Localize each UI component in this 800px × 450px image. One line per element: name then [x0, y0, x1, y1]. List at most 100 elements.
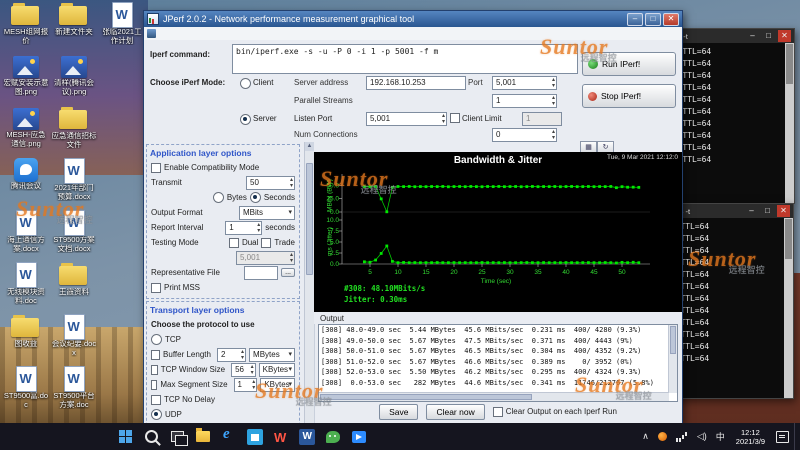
output-box[interactable]: [308] 48.0-49.0 sec 5.44 MBytes 45.6 MBi… — [318, 324, 678, 402]
minimize-icon[interactable]: – — [746, 30, 759, 42]
server-address-label: Server address — [294, 78, 348, 87]
buffer-length-field[interactable]: 2 — [217, 348, 246, 362]
terminal-scrollbar[interactable] — [785, 43, 794, 203]
desktop-icon[interactable]: ST9500富.doc — [2, 366, 50, 418]
close-icon[interactable]: ✕ — [663, 13, 679, 26]
jperf-menu-icon[interactable] — [147, 29, 156, 38]
tcp-nodelay-checkbox[interactable] — [151, 395, 161, 405]
desktop-icon[interactable]: 清样(腾讯会议).png — [50, 54, 98, 106]
report-interval-field[interactable]: 1 — [225, 221, 262, 235]
browse-button[interactable]: ... — [281, 268, 295, 277]
server-address-field[interactable]: 192.168.10.253 — [366, 76, 466, 90]
client-limit-field[interactable]: 1 — [522, 112, 562, 126]
maximize-icon[interactable]: □ — [762, 30, 775, 42]
parallel-streams-field[interactable]: 1 — [492, 94, 557, 108]
search-icon[interactable] — [138, 423, 164, 450]
windows-logo-icon — [119, 430, 132, 443]
wps-icon[interactable] — [268, 423, 294, 450]
desktop-icon[interactable]: MESH-应急通信.png — [2, 106, 50, 158]
mss-field[interactable]: 1 — [234, 378, 258, 392]
desktop-icon[interactable]: 宏赋安装示意图.png — [2, 54, 50, 106]
tcp-window-field[interactable]: 56 — [231, 363, 256, 377]
mss-unit-dropdown[interactable]: KBytes — [260, 378, 295, 392]
options-panel: Application layer options Enable Compati… — [144, 142, 315, 423]
desktop-icon[interactable]: 无线模块资料.doc — [2, 262, 50, 314]
client-radio[interactable] — [240, 78, 251, 89]
options-scrollbar[interactable]: ▲ — [304, 142, 314, 423]
tcp-window-unit-dropdown[interactable]: KBytes — [259, 363, 295, 377]
maximize-icon[interactable]: □ — [761, 205, 774, 217]
desktop-icon-image — [64, 314, 85, 340]
minimize-icon[interactable]: – — [627, 13, 643, 26]
maximize-icon[interactable]: □ — [645, 13, 661, 26]
task-view-icon[interactable] — [164, 423, 190, 450]
tray-overflow-icon[interactable]: ∧ — [638, 423, 653, 450]
desktop-icon[interactable]: 应急通信招标文件 — [50, 106, 98, 158]
dual-checkbox[interactable] — [229, 238, 239, 248]
input-method-indicator[interactable]: 中 — [712, 423, 729, 450]
desktop-icon[interactable]: MESH组网报价 — [2, 2, 50, 54]
desktop-icon[interactable]: 2021年部门预算.docx — [50, 158, 98, 210]
buffer-length-unit-dropdown[interactable]: MBytes — [249, 348, 295, 362]
wechat-icon[interactable] — [320, 423, 346, 450]
desktop-icon[interactable]: 海上通信方案.docx — [2, 210, 50, 262]
desktop-icon[interactable]: ST9500方案文档.docx — [50, 210, 98, 262]
start-button[interactable] — [112, 423, 138, 450]
desktop-icon[interactable]: 腾讯会议 — [2, 158, 50, 210]
word-icon[interactable] — [294, 423, 320, 450]
show-desktop-button[interactable] — [794, 423, 800, 450]
print-mss-checkbox[interactable] — [151, 283, 161, 293]
transmit-field[interactable]: 50 — [246, 176, 295, 190]
iperf-command-input[interactable]: bin/iperf.exe -s -u -P 0 -i 1 -p 5001 -f… — [232, 44, 578, 74]
close-icon[interactable]: ✕ — [777, 205, 790, 217]
jperf-titlebar[interactable]: JPerf 2.0.2 - Network performance measur… — [144, 11, 682, 27]
desktop-icon[interactable]: 图收益 — [2, 314, 50, 366]
output-format-dropdown[interactable]: MBits — [239, 206, 295, 220]
server-radio[interactable] — [240, 114, 251, 125]
file-explorer-icon[interactable] — [190, 423, 216, 450]
buffer-length-checkbox[interactable] — [151, 350, 160, 360]
store-icon[interactable] — [242, 423, 268, 450]
client-limit-checkbox[interactable] — [450, 113, 460, 123]
num-connections-field[interactable]: 0 — [492, 128, 557, 142]
trade-checkbox[interactable] — [261, 238, 271, 248]
notification-center-icon[interactable] — [772, 423, 793, 450]
close-icon[interactable]: ✕ — [778, 30, 791, 42]
save-button[interactable]: Save — [379, 404, 418, 420]
tray-suntor-icon[interactable] — [654, 423, 671, 450]
desktop-icon[interactable]: ST9500平台方案.doc — [50, 366, 98, 418]
meeting-icon[interactable] — [346, 423, 372, 450]
volume-icon[interactable]: ◁) — [693, 423, 711, 450]
clear-each-run-checkbox[interactable] — [493, 407, 503, 417]
output-lines: [308] 48.0-49.0 sec 5.44 MBytes 45.6 MBi… — [319, 325, 677, 388]
test-port-field[interactable]: 5,001 — [236, 251, 295, 265]
desktop-icon[interactable]: 王霞资料 — [50, 262, 98, 314]
seconds-radio[interactable] — [250, 192, 261, 203]
taskbar-clock[interactable]: 12:12 2021/3/9 — [730, 428, 771, 446]
output-vertical-scrollbar[interactable] — [668, 325, 677, 393]
tcp-label: TCP — [165, 335, 181, 344]
minimize-icon[interactable]: – — [745, 205, 758, 217]
desktop-icon-label: 新建文件夹 — [50, 28, 98, 37]
bytes-radio[interactable] — [213, 192, 224, 203]
terminal-scrollbar[interactable] — [784, 218, 793, 398]
edge-icon[interactable] — [216, 423, 242, 450]
tcp-window-label: TCP Window Size — [161, 365, 225, 374]
udp-radio[interactable] — [151, 409, 162, 420]
tcp-window-checkbox[interactable] — [151, 365, 158, 375]
desktop-icon[interactable]: 新建文件夹 — [50, 2, 98, 54]
tcp-radio[interactable] — [151, 334, 162, 345]
stop-iperf-button[interactable]: Stop IPerf! — [582, 84, 676, 108]
clear-now-button[interactable]: Clear now — [426, 404, 484, 420]
client-port-field[interactable]: 5,001 — [492, 76, 557, 90]
desktop-icon-label: 宏赋安装示意图.png — [2, 79, 50, 96]
desktop-icon[interactable]: 张临2021工作计划 — [98, 2, 146, 54]
mss-checkbox[interactable] — [151, 380, 157, 390]
run-iperf-button[interactable]: Run IPerf! — [582, 52, 676, 76]
desktop-icon[interactable]: 会议纪要.docx — [50, 314, 98, 366]
listen-port-field[interactable]: 5,001 — [366, 112, 447, 126]
trade-label: Trade — [274, 238, 295, 247]
network-icon[interactable] — [672, 423, 692, 450]
representative-file-field[interactable] — [244, 266, 278, 280]
compat-checkbox[interactable] — [151, 163, 161, 173]
